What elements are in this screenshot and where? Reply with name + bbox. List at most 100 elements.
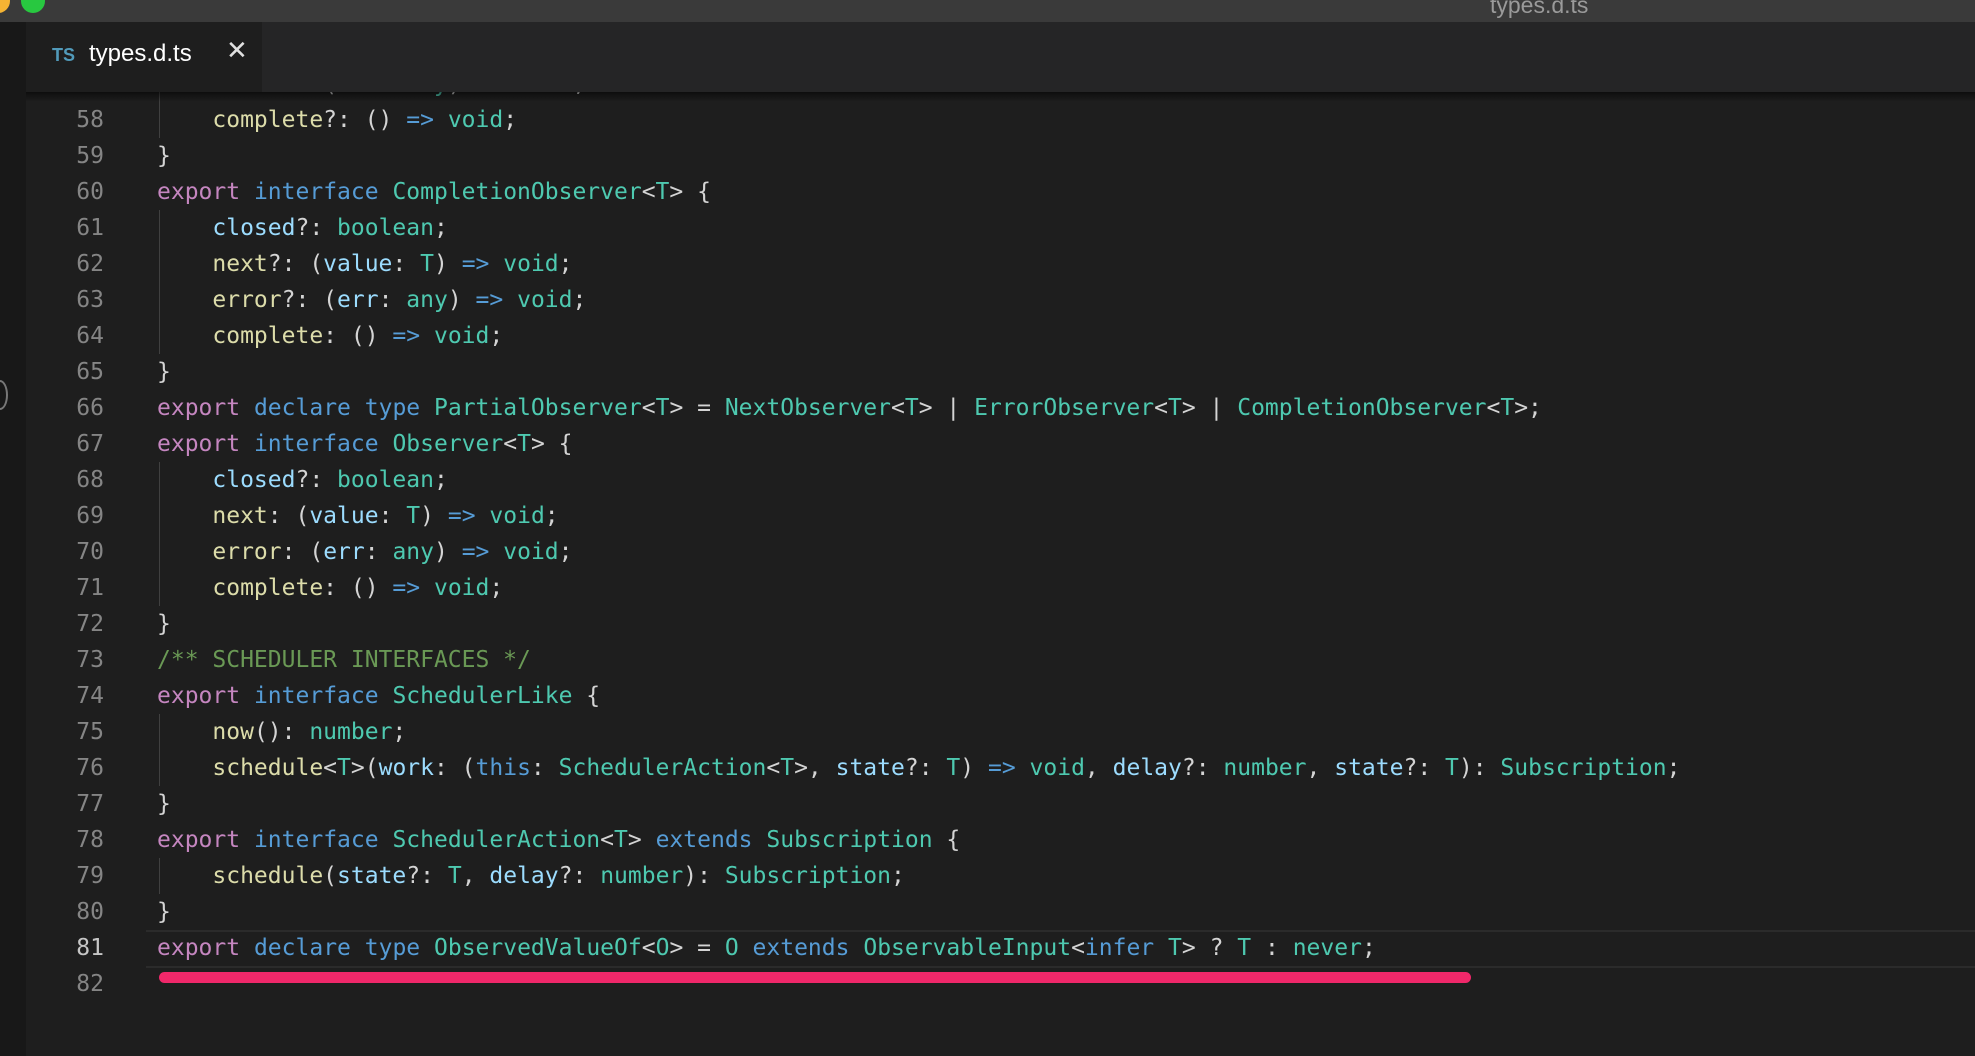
code-token: T bbox=[655, 395, 670, 421]
code-token: number bbox=[1223, 755, 1307, 781]
code-token: : () bbox=[323, 323, 393, 349]
code-token: > = bbox=[669, 395, 725, 421]
code-line[interactable]: 57 error?: (err: any) => void; bbox=[26, 92, 1975, 102]
code-line[interactable]: 78 export interface SchedulerAction<T> ex… bbox=[26, 822, 1975, 858]
code-token: < bbox=[891, 395, 905, 421]
code-token: T bbox=[1237, 935, 1252, 961]
code-line[interactable]: 71 complete: () => void; bbox=[26, 570, 1975, 606]
code-token: void bbox=[447, 107, 504, 133]
line-number: 82 bbox=[76, 971, 104, 997]
code-token: (): bbox=[253, 719, 310, 745]
line-number: 65 bbox=[76, 359, 104, 385]
code-token: T bbox=[1167, 395, 1182, 421]
code-line[interactable]: 74 export interface SchedulerLike { bbox=[26, 678, 1975, 714]
code-line[interactable]: 68 closed?: boolean; bbox=[26, 462, 1975, 498]
code-token: interface bbox=[253, 431, 379, 457]
code-token: interface bbox=[253, 179, 379, 205]
code-token: : bbox=[530, 755, 559, 781]
code-token: ; bbox=[558, 539, 573, 565]
code-line[interactable]: 66 export declare type PartialObserver<T>… bbox=[26, 390, 1975, 426]
code-token: T bbox=[337, 755, 351, 781]
code-text: export declare type ObservedValueOf<O> =… bbox=[157, 930, 1376, 966]
code-line[interactable]: 80} bbox=[26, 894, 1975, 930]
code-line[interactable]: 76 schedule<T>(work: (this: SchedulerAct… bbox=[26, 750, 1975, 786]
code-token: : ( bbox=[281, 539, 324, 565]
code-line[interactable]: 81 export declare type ObservedValueOf<O>… bbox=[26, 930, 1975, 968]
code-line[interactable]: 73 /** SCHEDULER INTERFACES */ bbox=[26, 642, 1975, 678]
code-line[interactable]: 75 now(): number; bbox=[26, 714, 1975, 750]
code-text: } bbox=[157, 354, 171, 390]
code-text: next: (value: T) => void; bbox=[157, 498, 559, 534]
title-bar: types.d.ts bbox=[0, 0, 1975, 22]
code-line[interactable]: 79 schedule(state?: T, delay?: number): … bbox=[26, 858, 1975, 894]
code-token: any bbox=[392, 539, 434, 565]
collapsed-panel-handle-icon[interactable] bbox=[0, 380, 8, 410]
maximize-window-button[interactable] bbox=[21, 0, 45, 13]
code-token: ?: bbox=[406, 863, 448, 889]
code-token: < bbox=[1486, 395, 1501, 421]
code-token: ?: bbox=[904, 755, 947, 781]
code-token: > | bbox=[918, 395, 975, 421]
code-token: error bbox=[212, 539, 282, 565]
code-line[interactable]: 65} bbox=[26, 354, 1975, 390]
code-token: ?: bbox=[1403, 755, 1446, 781]
code-token: T bbox=[447, 863, 462, 889]
code-text: now(): number; bbox=[157, 714, 406, 750]
code-token: ?: bbox=[1181, 755, 1224, 781]
code-token: export bbox=[157, 935, 241, 961]
code-token: type bbox=[364, 935, 421, 961]
code-token: export bbox=[157, 431, 241, 457]
code-token: state bbox=[835, 755, 905, 781]
code-token: err bbox=[337, 287, 379, 313]
code-editor[interactable]: 57 error?: (err: any) => void;58 complet… bbox=[26, 92, 1975, 1056]
code-line[interactable]: 61 closed?: boolean; bbox=[26, 210, 1975, 246]
activity-bar-edge bbox=[0, 22, 26, 1056]
code-token: ; bbox=[544, 503, 559, 529]
code-text: closed?: boolean; bbox=[157, 210, 448, 246]
code-token: T bbox=[406, 503, 421, 529]
code-line[interactable]: 59} bbox=[26, 138, 1975, 174]
code-text: complete?: () => void; bbox=[157, 102, 517, 138]
code-line[interactable]: 62 next?: (value: T) => void; bbox=[26, 246, 1975, 282]
code-token: < bbox=[641, 935, 656, 961]
code-token: declare bbox=[253, 935, 351, 961]
code-token: ) bbox=[448, 92, 476, 97]
code-line[interactable]: 64 complete: () => void; bbox=[26, 318, 1975, 354]
code-token: => bbox=[987, 755, 1016, 781]
code-line[interactable]: 58 complete?: () => void; bbox=[26, 102, 1975, 138]
code-token: CompletionObserver bbox=[392, 179, 642, 205]
code-line[interactable]: 63 error?: (err: any) => void; bbox=[26, 282, 1975, 318]
code-text: } bbox=[157, 894, 171, 930]
line-number: 66 bbox=[76, 395, 104, 421]
code-line[interactable]: 60 export interface CompletionObserver<T>… bbox=[26, 174, 1975, 210]
code-token: } bbox=[157, 791, 171, 817]
line-number: 77 bbox=[76, 791, 104, 817]
code-token: ; bbox=[392, 719, 407, 745]
code-line[interactable]: 72} bbox=[26, 606, 1975, 642]
minimize-window-button[interactable] bbox=[0, 0, 10, 13]
code-token: ?: ( bbox=[267, 251, 324, 277]
code-token: ; bbox=[572, 287, 587, 313]
code-token: ?: ( bbox=[282, 92, 337, 97]
code-line[interactable]: 70 error: (err: any) => void; bbox=[26, 534, 1975, 570]
indent-guide bbox=[159, 92, 160, 102]
code-text: /** SCHEDULER INTERFACES */ bbox=[157, 642, 531, 678]
code-token: T bbox=[1445, 755, 1459, 781]
code-line[interactable]: 67 export interface Observer<T> { bbox=[26, 426, 1975, 462]
code-token: < bbox=[766, 755, 781, 781]
code-token: void bbox=[517, 92, 572, 97]
code-token: void bbox=[517, 287, 573, 313]
code-line[interactable]: 69 next: (value: T) => void; bbox=[26, 498, 1975, 534]
code-token: ; bbox=[433, 215, 448, 241]
close-tab-icon[interactable]: ✕ bbox=[226, 36, 248, 66]
code-line[interactable]: 77} bbox=[26, 786, 1975, 822]
tab-types-d-ts[interactable]: TS types.d.ts ✕ bbox=[26, 22, 262, 92]
